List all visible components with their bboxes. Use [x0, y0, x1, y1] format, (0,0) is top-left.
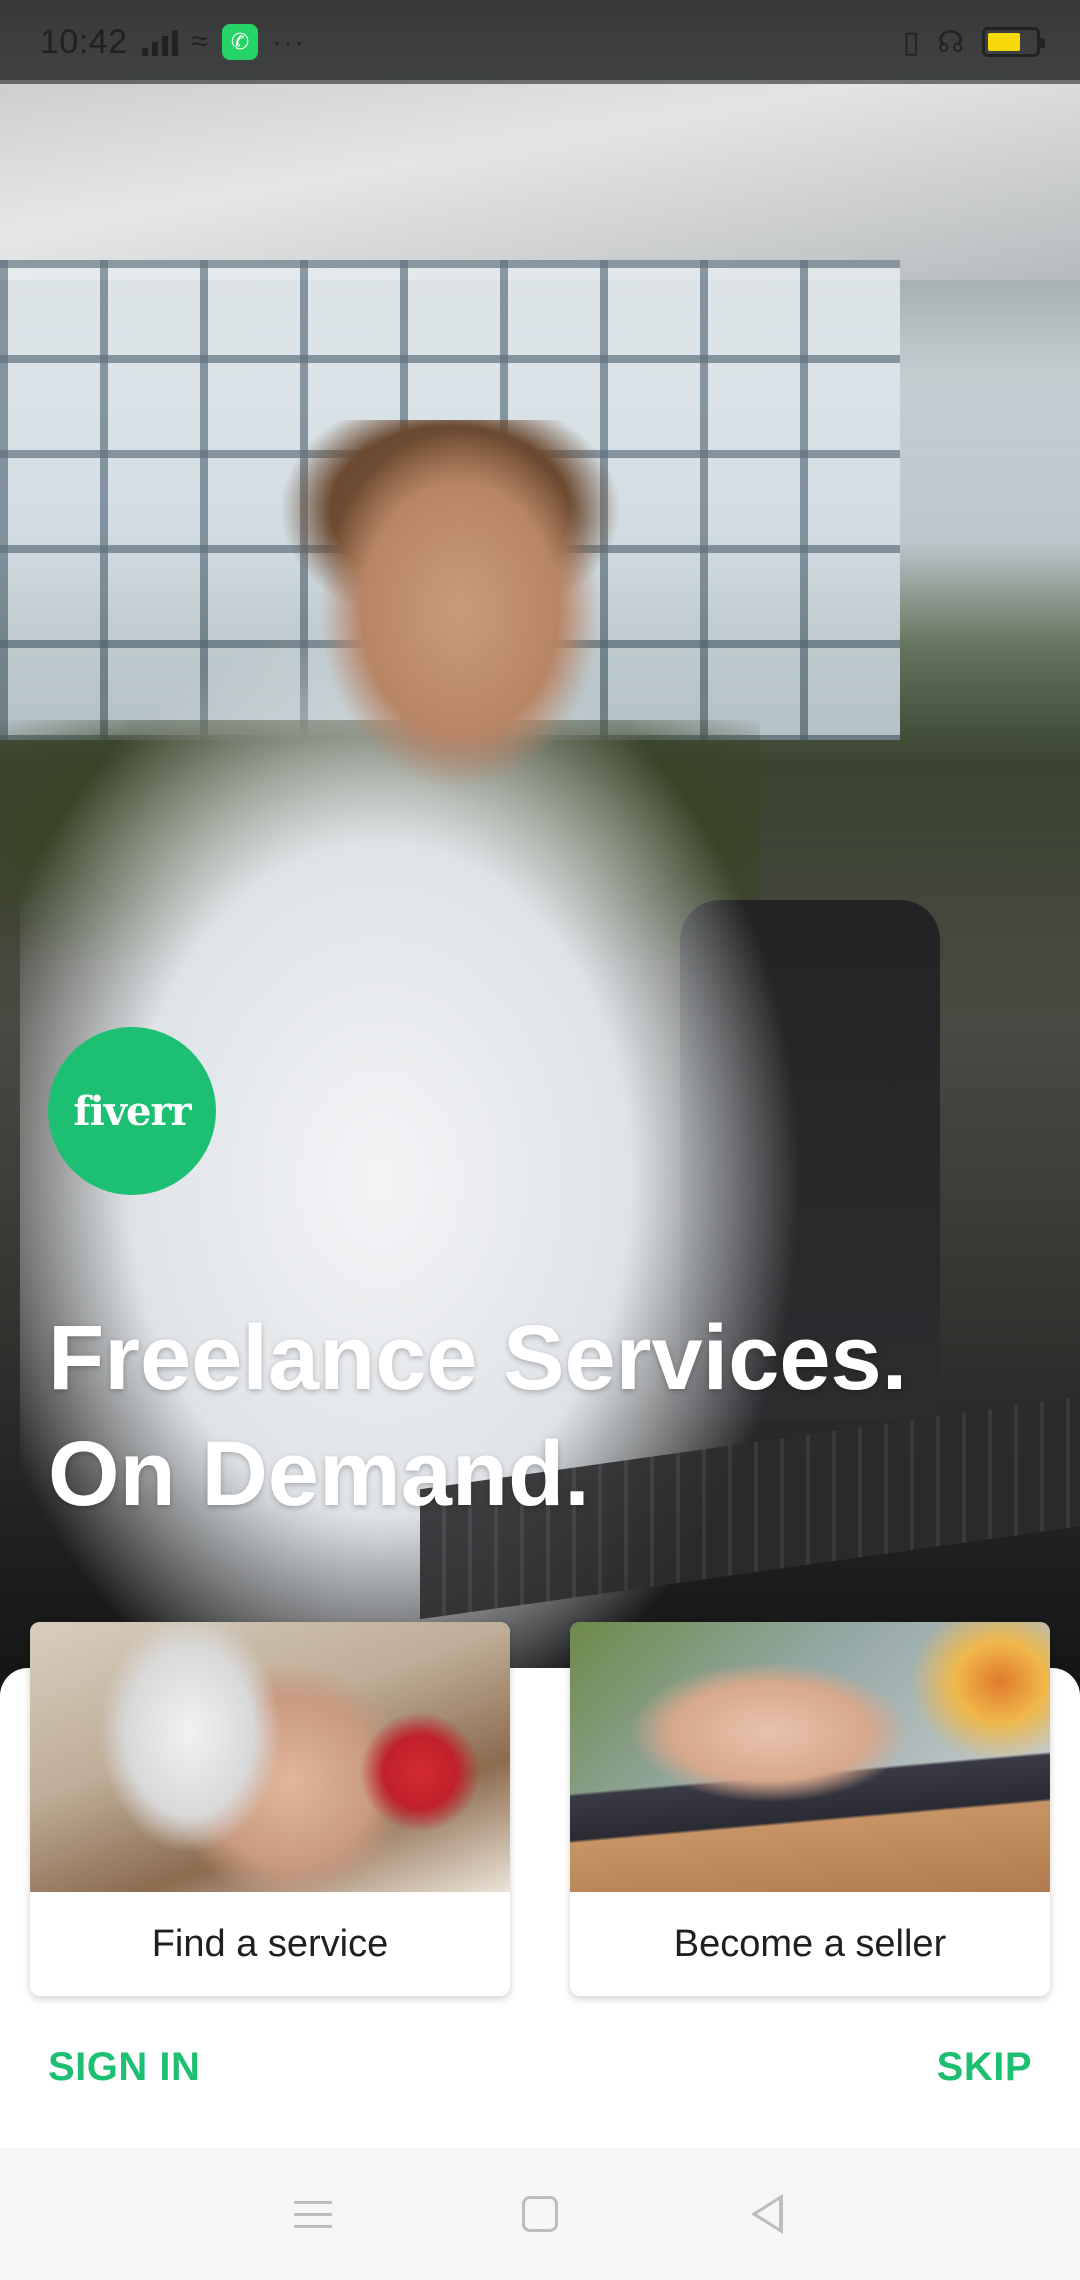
battery-level	[988, 33, 1021, 51]
fiverr-logo: fiverr	[48, 1027, 216, 1195]
back-button[interactable]	[727, 2174, 807, 2254]
status-right: ▯ ☊	[902, 25, 1045, 60]
onboarding-screen: 10:42 ≈ ✆ ··· ▯ ☊ fiverr Freelance Servi…	[0, 0, 1080, 2280]
status-bar: 10:42 ≈ ✆ ··· ▯ ☊	[0, 0, 1080, 84]
sign-in-button[interactable]: SIGN IN	[48, 2045, 200, 2090]
find-service-label: Find a service	[151, 1922, 389, 1965]
more-notifications-icon: ···	[272, 26, 307, 57]
battery-icon	[982, 27, 1045, 57]
menu-icon	[294, 2200, 333, 2228]
hero-headline: Freelance Services. On Demand.	[48, 1300, 1048, 1532]
status-time: 10:42	[40, 22, 128, 61]
system-navigation-bar	[0, 2148, 1080, 2280]
back-icon	[750, 2194, 783, 2234]
recent-apps-button[interactable]	[273, 2174, 353, 2254]
headline-line-2: On Demand.	[48, 1423, 590, 1525]
become-seller-image	[570, 1622, 1050, 1892]
become-seller-label: Become a seller	[673, 1922, 947, 1965]
find-service-image	[30, 1622, 510, 1892]
home-icon	[521, 2196, 558, 2232]
whatsapp-icon: ✆	[222, 24, 259, 60]
hero-ceiling	[0, 80, 1080, 280]
vibrate-icon: ▯	[902, 25, 920, 59]
become-a-seller-card[interactable]: Become a seller	[570, 1622, 1050, 1996]
signal-icon	[141, 28, 178, 56]
headline-line-1: Freelance Services.	[48, 1307, 908, 1409]
find-a-service-card[interactable]: Find a service	[30, 1622, 510, 1996]
headset-icon: ☊	[937, 25, 964, 59]
wifi-icon: ≈	[191, 25, 209, 58]
home-button[interactable]	[500, 2174, 580, 2254]
skip-button[interactable]: SKIP	[937, 2045, 1032, 2090]
status-left: 10:42 ≈ ✆ ···	[40, 23, 306, 62]
